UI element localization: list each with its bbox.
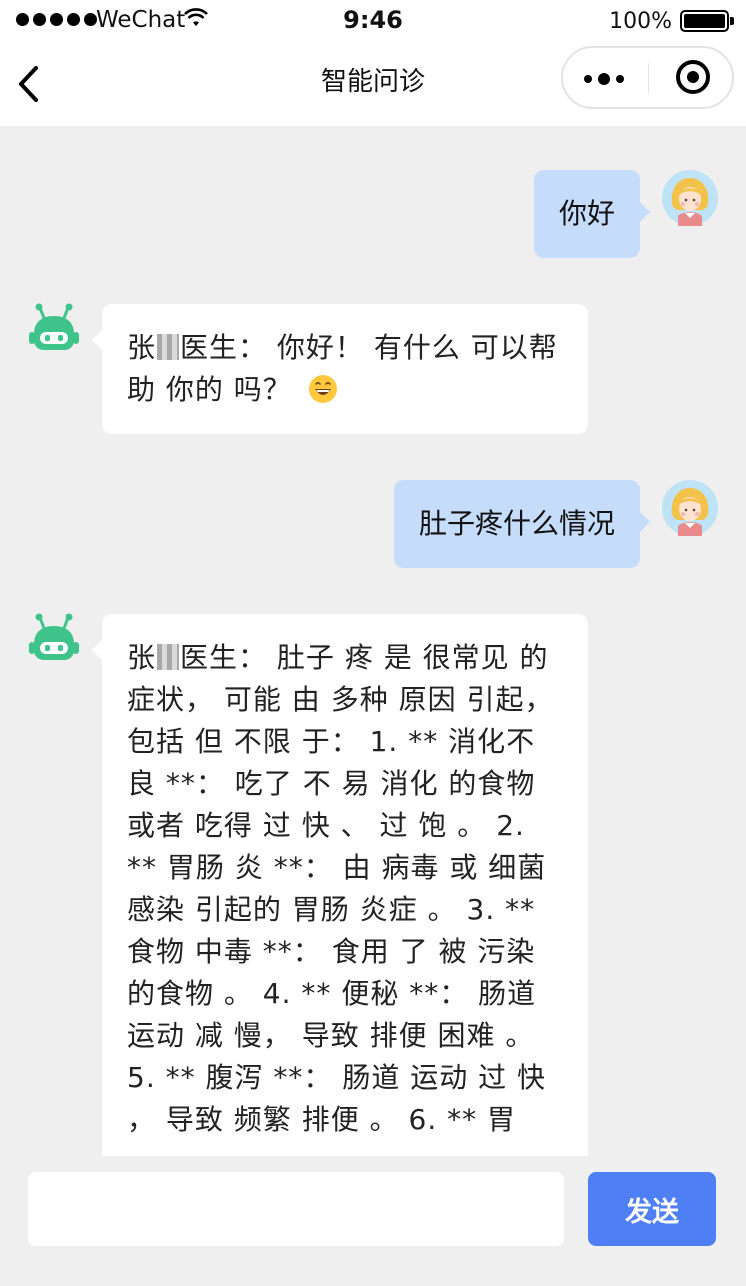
bot-name-prefix: 张: [127, 641, 157, 674]
send-button[interactable]: 发送: [588, 1172, 716, 1246]
girl-avatar-icon: [662, 480, 718, 536]
bot-message-bubble: 张医生： 肚子 疼 是 很常见 的症状， 可能 由 多种 原因 引起， 包括 但…: [92, 614, 588, 1156]
status-bar: WeChat 9:46 100%: [0, 0, 746, 40]
target-circle-icon[interactable]: [649, 48, 734, 107]
blurred-name: [157, 644, 180, 670]
user-message-bubble: 你好: [533, 170, 651, 258]
bot-message-text: 肚子 疼 是 很常见 的症状， 可能 由 多种 原因 引起， 包括 但 不限 于…: [127, 641, 554, 1136]
message-input[interactable]: [28, 1172, 564, 1246]
bot-name-prefix: 张: [127, 331, 157, 364]
bot-message-bubble: 张医生： 你好！ 有什么 可以帮助 你的 吗？: [92, 304, 588, 434]
grinning-emoji-icon: [308, 375, 337, 403]
girl-avatar-icon: [662, 170, 718, 226]
blurred-name: [157, 334, 180, 360]
robot-icon: [29, 303, 79, 350]
bot-name-suffix: 医生：: [180, 641, 268, 674]
battery-icon: [680, 10, 734, 32]
user-message-text: 肚子疼什么情况: [418, 507, 615, 540]
bot-name-suffix: 医生：: [180, 331, 268, 364]
user-message-bubble: 肚子疼什么情况: [393, 480, 651, 568]
battery-percent: 100%: [609, 9, 672, 34]
user-message-text: 你好: [558, 197, 615, 230]
more-dots-icon[interactable]: [563, 48, 648, 107]
navigation-bar: 智能问诊: [0, 40, 746, 126]
mini-program-capsule: [561, 46, 734, 109]
input-bar: 发送: [0, 1156, 746, 1286]
robot-icon: [29, 613, 79, 660]
chat-message-list[interactable]: 你好 张医生： 你好！ 有什么 可以帮助 你的 吗？ 肚子疼什么情况 张 医生：…: [0, 126, 746, 1156]
